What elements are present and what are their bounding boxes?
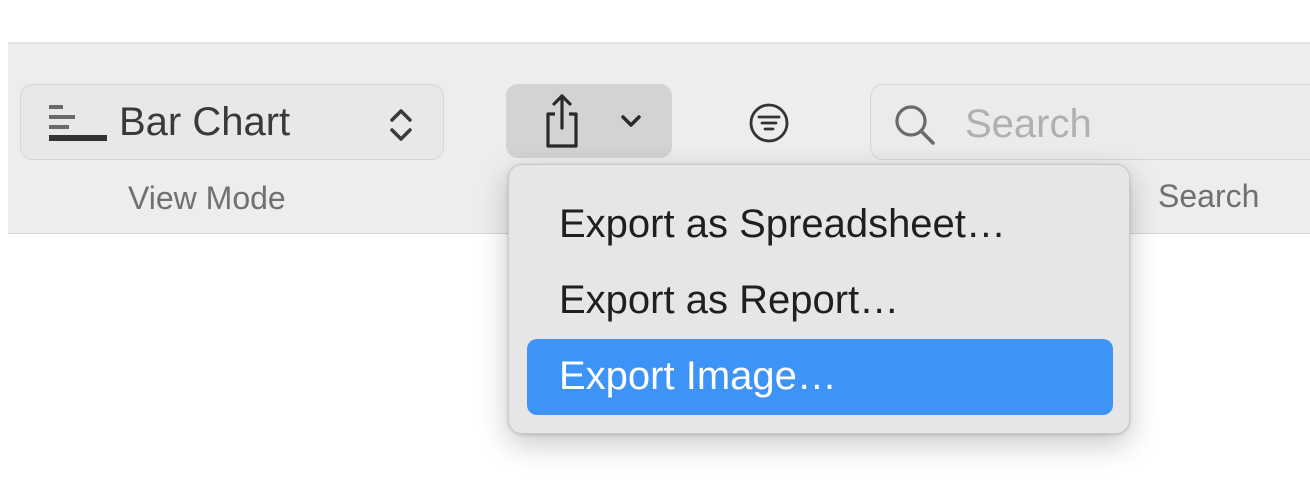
chevron-down-icon xyxy=(621,115,641,127)
search-caption: Search xyxy=(1158,178,1260,214)
menu-item-label: Export Image… xyxy=(559,354,837,398)
menu-item-export-image[interactable]: Export Image… xyxy=(527,339,1113,415)
filter-icon xyxy=(749,103,789,143)
search-placeholder: Search xyxy=(965,102,1092,146)
filter-button[interactable] xyxy=(732,88,808,158)
menu-item-export-spreadsheet[interactable]: Export as Spreadsheet… xyxy=(527,187,1113,263)
view-mode-value: Bar Chart xyxy=(119,100,291,144)
export-menu: Export as Spreadsheet… Export as Report…… xyxy=(508,164,1130,434)
menu-item-label: Export as Report… xyxy=(559,278,900,322)
view-mode-popup[interactable]: Bar Chart xyxy=(20,84,444,160)
menu-item-label: Export as Spreadsheet… xyxy=(559,202,1006,246)
app-window: Bar Chart View Mode Search Search Export… xyxy=(0,0,1310,485)
bar-chart-icon xyxy=(49,105,107,141)
search-input[interactable]: Search xyxy=(870,84,1310,160)
title-strip xyxy=(0,0,1310,44)
share-icon xyxy=(546,94,578,148)
menu-item-export-report[interactable]: Export as Report… xyxy=(527,263,1113,339)
search-icon xyxy=(895,105,935,145)
up-down-chevron-icon xyxy=(390,109,412,141)
share-export-button[interactable] xyxy=(506,84,672,158)
view-mode-caption: View Mode xyxy=(128,180,286,216)
